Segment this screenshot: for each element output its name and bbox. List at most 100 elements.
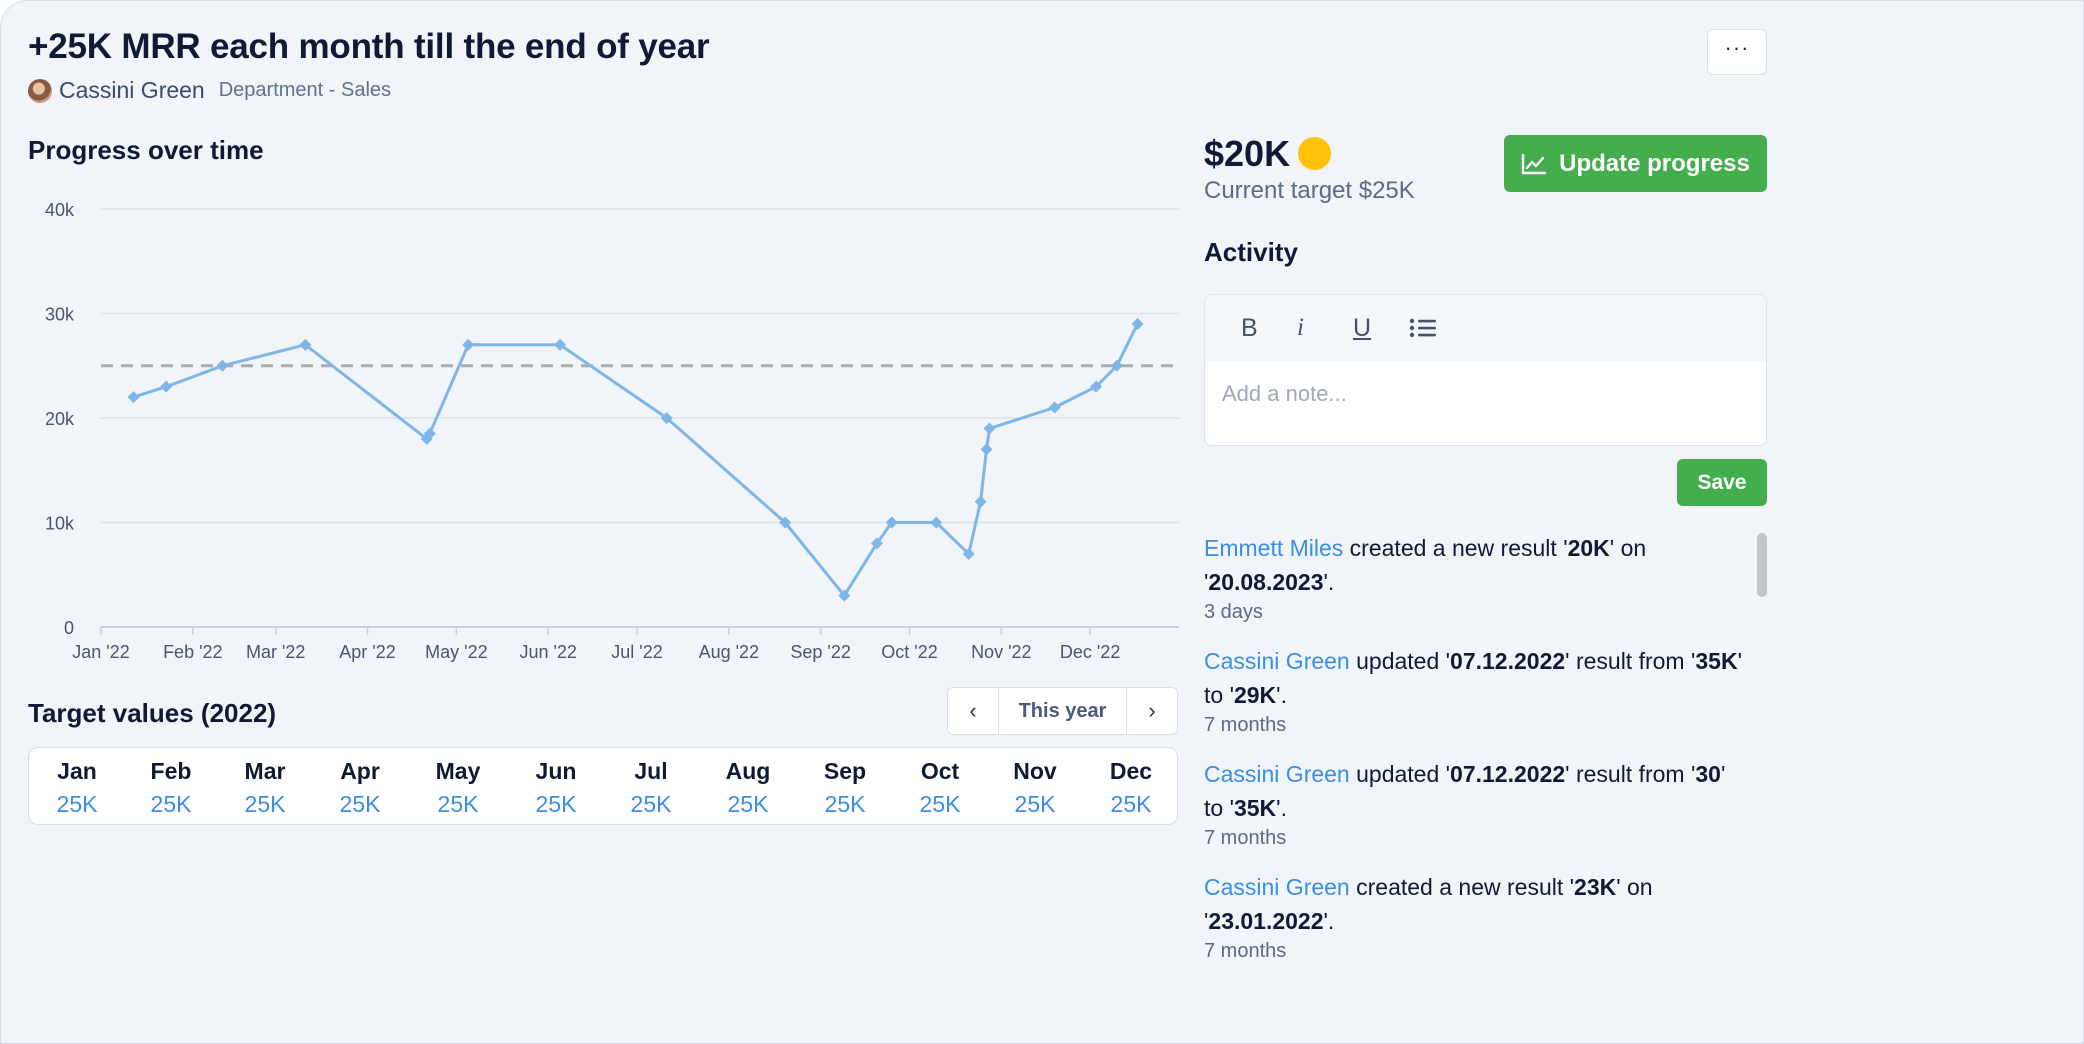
target-month-value[interactable]: 25K xyxy=(225,788,305,820)
note-input[interactable]: Add a note... xyxy=(1222,381,1347,407)
activity-user-link[interactable]: Emmett Miles xyxy=(1204,535,1343,561)
target-month-value[interactable]: 25K xyxy=(516,788,596,820)
activity-item: Cassini Green updated '07.12.2022' resul… xyxy=(1204,644,1744,737)
data-point xyxy=(1048,401,1061,414)
x-tick-label: Jun '22 xyxy=(519,642,576,662)
period-navigator: ‹ This year › xyxy=(947,687,1178,735)
target-month-label: Sep xyxy=(823,758,867,784)
activity-user-link[interactable]: Cassini Green xyxy=(1204,874,1350,900)
target-month-label: Jun xyxy=(535,758,577,784)
goal-owner-row: Cassini Green Department - Sales xyxy=(28,77,391,104)
activity-timestamp: 7 months xyxy=(1204,827,1287,849)
target-month-column: Aug 25K xyxy=(708,754,788,820)
data-point xyxy=(462,338,475,351)
data-point xyxy=(983,422,996,435)
target-month-value[interactable]: 25K xyxy=(131,788,211,820)
chevron-right-icon: › xyxy=(1148,698,1156,723)
target-month-value[interactable]: 25K xyxy=(995,788,1075,820)
target-month-column: Mar 25K xyxy=(225,754,305,820)
avatar xyxy=(28,78,52,103)
activity-title: Activity xyxy=(1204,237,1298,267)
target-month-value[interactable]: 25K xyxy=(805,788,885,820)
target-month-label: May xyxy=(435,758,481,784)
x-tick-label: Jul '22 xyxy=(611,642,662,662)
target-month-value[interactable]: 25K xyxy=(900,788,980,820)
x-tick-label: Apr '22 xyxy=(339,642,395,662)
save-note-button[interactable]: Save xyxy=(1677,459,1767,506)
activity-user-link[interactable]: Cassini Green xyxy=(1204,648,1350,674)
activity-item: Emmett Miles created a new result '20K' … xyxy=(1204,531,1744,624)
x-tick-label: Feb '22 xyxy=(163,642,222,662)
bullet-list-button[interactable] xyxy=(1409,317,1465,339)
activity-user-link[interactable]: Cassini Green xyxy=(1204,761,1350,787)
activity-scrollbar[interactable] xyxy=(1757,533,1767,597)
activity-text: Cassini Green created a new result '23K'… xyxy=(1204,874,1653,934)
activity-item: Cassini Green created a new result '23K'… xyxy=(1204,870,1744,963)
current-target: Current target $25K xyxy=(1204,177,1415,204)
x-tick-label: Sep '22 xyxy=(790,642,851,662)
activity-text: Cassini Green updated '07.12.2022' resul… xyxy=(1204,648,1742,708)
y-tick-label: 0 xyxy=(64,618,74,638)
italic-button[interactable]: i xyxy=(1297,314,1353,342)
target-month-label: Apr xyxy=(340,758,380,784)
more-dots-icon: ··· xyxy=(1724,35,1750,60)
y-tick-label: 20k xyxy=(45,409,75,429)
target-month-label: Oct xyxy=(920,758,960,784)
chevron-left-icon: ‹ xyxy=(969,698,977,723)
x-tick-label: Nov '22 xyxy=(971,642,1031,662)
activity-value: 20K xyxy=(1567,535,1610,561)
activity-timestamp: 3 days xyxy=(1204,601,1263,623)
activity-value: 23.01.2022 xyxy=(1208,908,1324,934)
activity-value: 20.08.2023 xyxy=(1208,569,1324,595)
activity-value: 29K xyxy=(1233,682,1277,708)
target-month-column: Jul 25K xyxy=(611,754,691,820)
target-month-value[interactable]: 25K xyxy=(708,788,788,820)
target-values-title: Target values (2022) xyxy=(28,698,277,728)
y-tick-label: 30k xyxy=(45,305,75,325)
target-values-table: Jan 25K Feb 25K Mar 25K Apr 25K May 25K Jun 25K Jul 2… xyxy=(28,747,1178,825)
activity-value: 35K xyxy=(1695,648,1738,674)
activity-item: Cassini Green updated '07.12.2022' resul… xyxy=(1204,757,1744,850)
target-month-column: Feb 25K xyxy=(131,754,211,820)
goal-title: +25K MRR each month till the end of year xyxy=(28,27,710,66)
previous-period-button[interactable]: ‹ xyxy=(948,688,998,734)
activity-value: 07.12.2022 xyxy=(1450,761,1566,787)
bold-button[interactable]: B xyxy=(1241,314,1297,343)
update-progress-button[interactable]: Update progress xyxy=(1504,135,1767,192)
activity-feed: Emmett Miles created a new result '20K' … xyxy=(1204,531,1744,983)
target-month-label: Dec xyxy=(1109,758,1153,784)
target-month-value[interactable]: 25K xyxy=(37,788,117,820)
target-month-column: May 25K xyxy=(418,754,498,820)
activity-value: 30 xyxy=(1695,761,1721,787)
update-progress-label: Update progress xyxy=(1559,149,1750,177)
target-month-value[interactable]: 25K xyxy=(320,788,400,820)
target-month-label: Jan xyxy=(57,758,97,784)
target-month-value[interactable]: 25K xyxy=(1091,788,1171,820)
target-month-column: Apr 25K xyxy=(320,754,400,820)
activity-value: 23K xyxy=(1574,874,1617,900)
target-month-value[interactable]: 25K xyxy=(611,788,691,820)
data-point xyxy=(216,359,229,372)
data-point xyxy=(127,391,140,404)
y-tick-label: 40k xyxy=(45,200,75,220)
note-editor: B i U Add a note... xyxy=(1204,294,1767,446)
period-label[interactable]: This year xyxy=(998,688,1127,734)
target-month-column: Jan 25K xyxy=(37,754,117,820)
target-month-value[interactable]: 25K xyxy=(418,788,498,820)
activity-value: 07.12.2022 xyxy=(1450,648,1566,674)
goal-detail-panel: +25K MRR each month till the end of year… xyxy=(0,0,2084,1044)
target-month-column: Oct 25K xyxy=(900,754,980,820)
target-month-column: Jun 25K xyxy=(516,754,596,820)
activity-timestamp: 7 months xyxy=(1204,714,1287,736)
target-month-column: Sep 25K xyxy=(805,754,885,820)
target-month-label: Feb xyxy=(150,758,192,784)
next-period-button[interactable]: › xyxy=(1127,688,1177,734)
chart-line-icon xyxy=(1521,153,1547,174)
more-options-button[interactable]: ··· xyxy=(1707,29,1767,75)
x-tick-label: May '22 xyxy=(425,642,487,662)
y-tick-label: 10k xyxy=(45,514,75,534)
underline-button[interactable]: U xyxy=(1353,314,1409,343)
owner-name[interactable]: Cassini Green xyxy=(59,77,205,104)
activity-value: 35K xyxy=(1233,795,1277,821)
data-point xyxy=(1131,317,1144,330)
